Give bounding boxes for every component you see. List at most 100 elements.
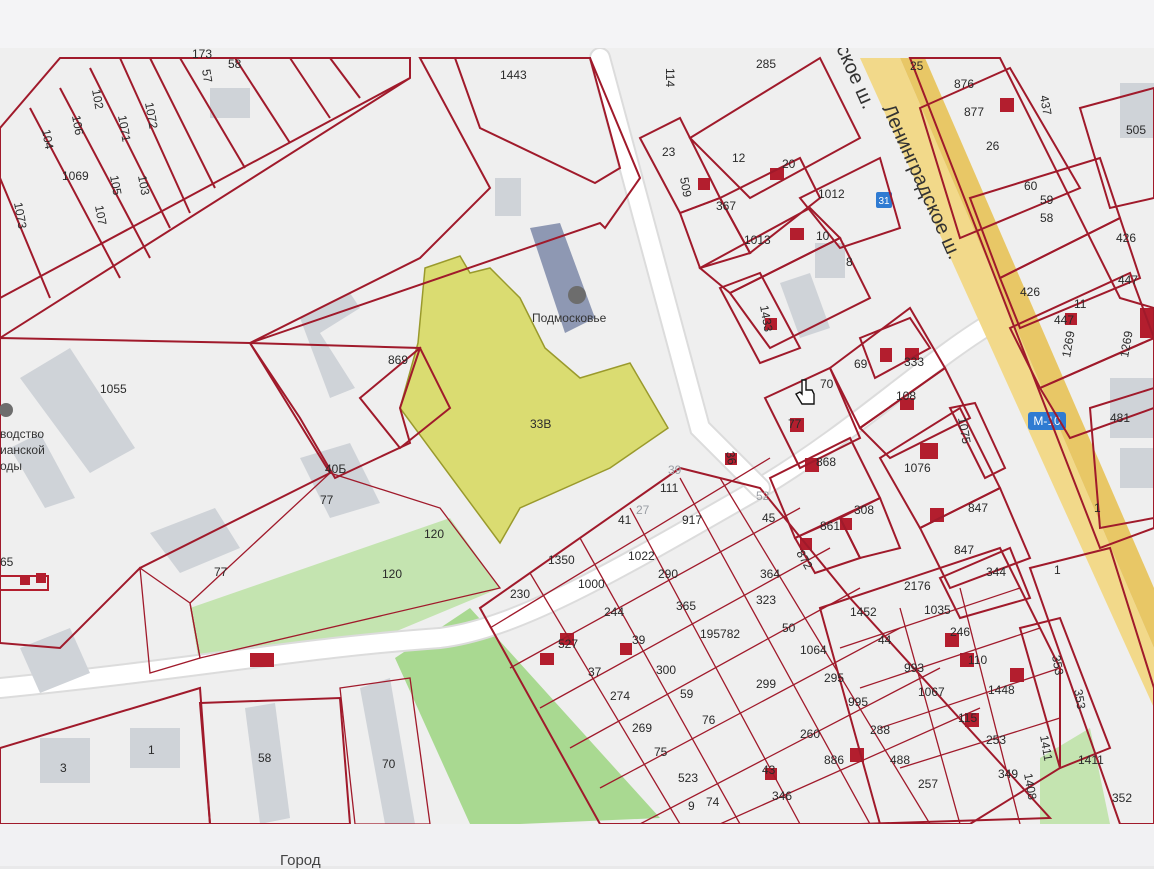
svg-text:426: 426: [1116, 231, 1136, 245]
svg-text:77: 77: [788, 417, 802, 431]
svg-text:1: 1: [1094, 501, 1101, 515]
poi-icon[interactable]: [568, 286, 586, 304]
svg-text:70: 70: [382, 757, 396, 771]
building: [210, 88, 250, 118]
svg-text:57: 57: [199, 68, 215, 84]
svg-text:447: 447: [1054, 313, 1074, 327]
map-canvas[interactable]: M-10 31 Ленинградское ш. ское ш. 33В 144…: [0, 48, 1154, 824]
svg-text:323: 323: [756, 593, 776, 607]
svg-text:308: 308: [854, 503, 874, 517]
svg-text:36: 36: [723, 450, 739, 466]
svg-text:74: 74: [706, 795, 720, 809]
top-bar: [0, 0, 1154, 48]
svg-text:1064: 1064: [800, 643, 827, 657]
svg-text:1055: 1055: [100, 382, 127, 396]
svg-text:70: 70: [820, 377, 834, 391]
svg-text:505: 505: [1126, 123, 1146, 137]
svg-text:488: 488: [890, 753, 910, 767]
svg-text:352: 352: [1112, 791, 1132, 805]
svg-text:1: 1: [148, 743, 155, 757]
svg-text:173: 173: [192, 48, 212, 61]
svg-text:52: 52: [756, 489, 770, 503]
svg-text:367: 367: [716, 199, 736, 213]
svg-text:59: 59: [680, 687, 694, 701]
factory-label-2: ианской: [0, 443, 45, 457]
svg-text:114: 114: [663, 68, 677, 87]
svg-text:40Б: 40Б: [325, 462, 346, 476]
svg-text:26: 26: [986, 139, 1000, 153]
svg-text:69: 69: [854, 357, 868, 371]
svg-text:59: 59: [1040, 193, 1054, 207]
svg-text:847: 847: [954, 543, 974, 557]
svg-text:1035: 1035: [924, 603, 951, 617]
svg-text:290: 290: [658, 567, 678, 581]
svg-text:230: 230: [510, 587, 530, 601]
svg-text:527: 527: [558, 637, 578, 651]
svg-text:115: 115: [958, 711, 977, 725]
svg-text:1069: 1069: [62, 169, 89, 183]
cadastral-map[interactable]: M-10 31 Ленинградское ш. ское ш. 33В 144…: [0, 48, 1154, 824]
svg-text:269: 269: [632, 721, 652, 735]
svg-text:60: 60: [1024, 179, 1038, 193]
svg-text:110: 110: [968, 653, 987, 667]
svg-text:20: 20: [782, 157, 796, 171]
svg-text:1000: 1000: [578, 577, 605, 591]
svg-text:847: 847: [968, 501, 988, 515]
svg-text:364: 364: [760, 567, 780, 581]
svg-text:58: 58: [1040, 211, 1054, 225]
svg-text:876: 876: [954, 77, 974, 91]
svg-text:868: 868: [816, 455, 836, 469]
svg-text:1452: 1452: [850, 605, 877, 619]
svg-text:246: 246: [950, 625, 970, 639]
svg-text:77: 77: [214, 565, 228, 579]
svg-text:426: 426: [1020, 285, 1040, 299]
bus-stop-label: 31: [878, 196, 890, 207]
svg-text:344: 344: [986, 565, 1006, 579]
svg-text:44: 44: [878, 633, 892, 647]
svg-text:886: 886: [824, 753, 844, 767]
svg-text:11: 11: [1074, 297, 1087, 311]
svg-text:195782: 195782: [700, 627, 740, 641]
svg-text:58: 58: [258, 751, 272, 765]
svg-text:3: 3: [60, 761, 67, 775]
svg-text:1076: 1076: [904, 461, 931, 475]
svg-text:2176: 2176: [904, 579, 931, 593]
svg-text:10: 10: [816, 229, 830, 243]
svg-text:300: 300: [656, 663, 676, 677]
svg-text:447: 447: [1118, 273, 1138, 287]
svg-text:288: 288: [870, 723, 890, 737]
svg-text:993: 993: [904, 661, 924, 675]
svg-text:111: 111: [660, 481, 679, 495]
svg-text:1350: 1350: [548, 553, 575, 567]
svg-text:1443: 1443: [500, 68, 527, 82]
svg-text:120: 120: [424, 527, 444, 541]
svg-text:108: 108: [896, 389, 916, 403]
svg-text:39: 39: [668, 463, 682, 477]
svg-text:43: 43: [762, 763, 776, 777]
building: [1120, 448, 1154, 488]
svg-text:877: 877: [964, 105, 984, 119]
svg-text:50: 50: [782, 621, 796, 635]
svg-text:333: 333: [904, 355, 924, 369]
building: [495, 178, 521, 216]
svg-text:365: 365: [676, 599, 696, 613]
svg-text:523: 523: [678, 771, 698, 785]
svg-text:1448: 1448: [988, 683, 1015, 697]
svg-text:41: 41: [618, 513, 632, 527]
svg-text:77: 77: [320, 493, 334, 507]
svg-text:295: 295: [824, 671, 844, 685]
svg-text:253: 253: [986, 733, 1006, 747]
svg-text:76: 76: [702, 713, 716, 727]
svg-text:869: 869: [388, 353, 408, 367]
svg-text:75: 75: [654, 745, 668, 759]
svg-text:37: 37: [588, 665, 602, 679]
screen: M-10 31 Ленинградское ш. ское ш. 33В 144…: [0, 0, 1154, 869]
svg-text:8: 8: [846, 255, 853, 269]
svg-text:257: 257: [918, 777, 938, 791]
highlighted-plot-id: 33В: [530, 417, 551, 431]
svg-text:1013: 1013: [744, 233, 771, 247]
svg-text:39: 39: [632, 633, 646, 647]
factory-label-1: водство: [0, 427, 44, 441]
svg-text:1022: 1022: [628, 549, 655, 563]
svg-text:274: 274: [610, 689, 630, 703]
